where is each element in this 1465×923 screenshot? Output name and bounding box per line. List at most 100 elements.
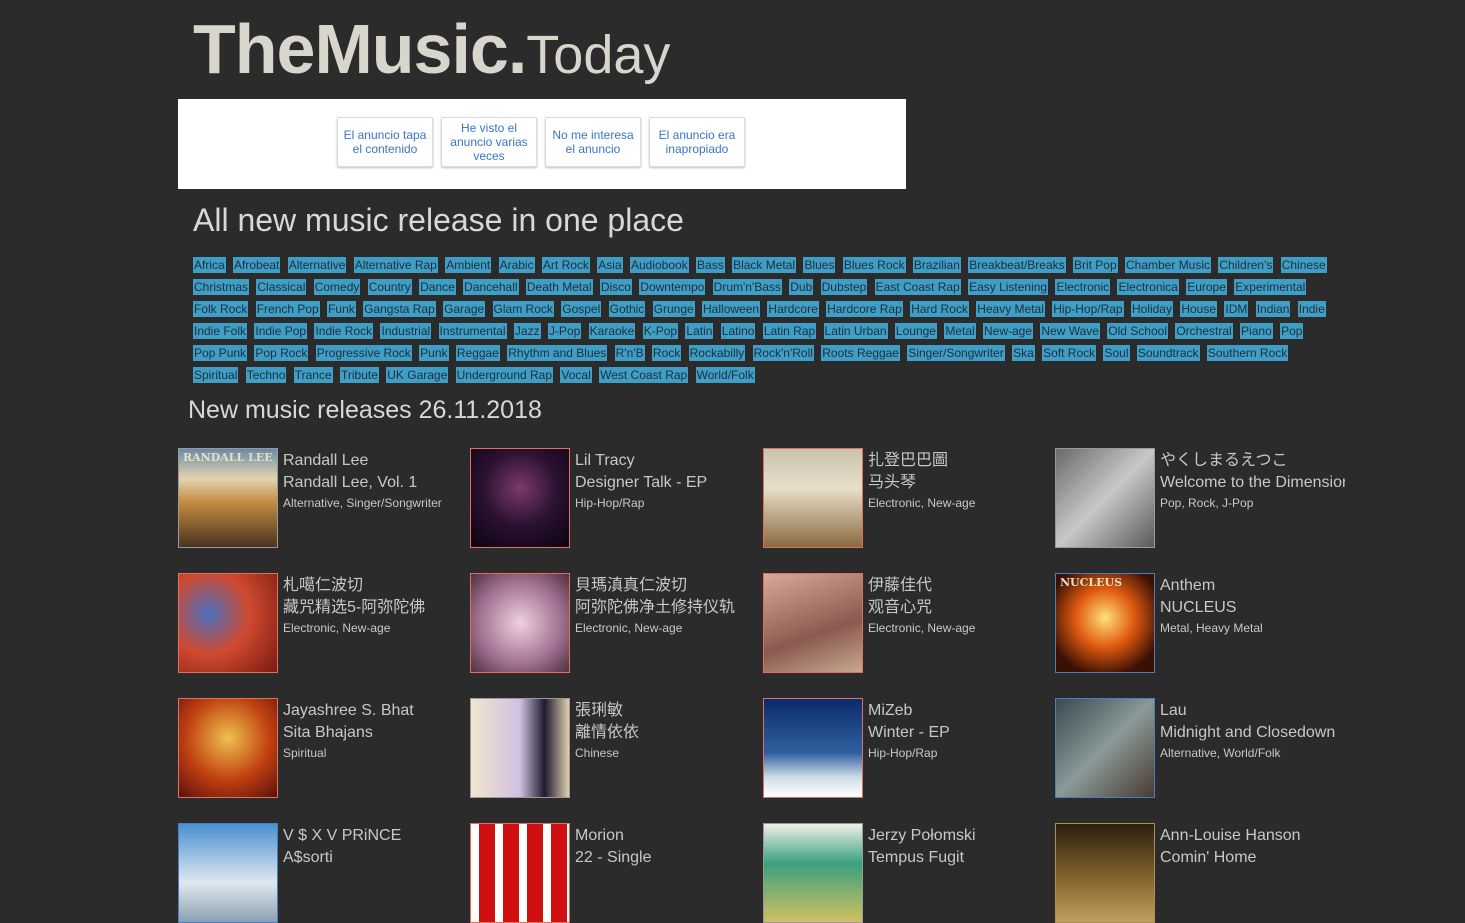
album-cover[interactable]	[178, 573, 278, 673]
genre-tag[interactable]: World/Folk	[695, 367, 755, 383]
release-artist[interactable]: 札噶仁波切	[283, 575, 468, 597]
genre-tag[interactable]: R'n'B	[614, 345, 645, 361]
genre-tag[interactable]: Ambient	[445, 257, 492, 273]
genre-tag[interactable]: Arabic	[498, 257, 535, 273]
genre-tag[interactable]: Indie Rock	[314, 323, 374, 339]
genre-tag[interactable]: Indian	[1255, 301, 1291, 317]
genre-tag[interactable]: Dancehall	[463, 279, 519, 295]
release-artist[interactable]: Lil Tracy	[575, 450, 760, 472]
genre-tag[interactable]: Dub	[789, 279, 814, 295]
release-album[interactable]: Randall Lee, Vol. 1	[283, 472, 468, 494]
genre-tag[interactable]: Dubstep	[820, 279, 868, 295]
genre-tag[interactable]: Dance	[419, 279, 456, 295]
album-cover[interactable]	[1055, 823, 1155, 923]
genre-tag[interactable]: Instrumental	[438, 323, 507, 339]
genre-tag[interactable]: Ska	[1012, 345, 1035, 361]
genre-tag[interactable]: Latino	[720, 323, 756, 339]
release-artist[interactable]: 伊藤佳代	[868, 575, 1053, 597]
genre-tag[interactable]: Old School	[1107, 323, 1168, 339]
release-artist[interactable]: Ann-Louise Hanson	[1160, 825, 1345, 847]
genre-tag[interactable]: Reggae	[455, 345, 500, 361]
genre-tag[interactable]: Audiobook	[629, 257, 689, 273]
genre-tag[interactable]: Indie Pop	[254, 323, 308, 339]
genre-tag[interactable]: Metal	[944, 323, 976, 339]
genre-tag[interactable]: Drum'n'Bass	[712, 279, 782, 295]
genre-tag[interactable]: Easy Listening	[968, 279, 1049, 295]
genre-tag[interactable]: UK Garage	[386, 367, 449, 383]
genre-tag[interactable]: Glam Rock	[492, 301, 554, 317]
genre-tag[interactable]: Gangsta Rap	[363, 301, 436, 317]
genre-tag[interactable]: Christmas	[193, 279, 250, 295]
ad-feedback-seen-multiple-button[interactable]: He visto el anuncio varias veces	[441, 117, 537, 167]
release-album[interactable]: Sita Bhajans	[283, 722, 468, 744]
genre-tag[interactable]: Electronica	[1117, 279, 1179, 295]
genre-tag[interactable]: Chinese	[1280, 257, 1327, 273]
genre-tag[interactable]: Breakbeat/Breaks	[968, 257, 1066, 273]
release-artist[interactable]: Jayashree S. Bhat	[283, 700, 468, 722]
album-cover[interactable]	[1055, 448, 1155, 548]
genre-tag[interactable]: Bass	[696, 257, 725, 273]
genre-tag[interactable]: Gothic	[608, 301, 646, 317]
genre-tag[interactable]: Indie	[1297, 301, 1326, 317]
genre-tag[interactable]: Alternative Rap	[353, 257, 438, 273]
genre-tag[interactable]: Electronic	[1055, 279, 1111, 295]
genre-tag[interactable]: Hardcore Rap	[826, 301, 903, 317]
release-album[interactable]: 離情依依	[575, 722, 760, 744]
genre-tag[interactable]: Asia	[597, 257, 623, 273]
genre-tag[interactable]: Spiritual	[193, 367, 239, 383]
genre-tag[interactable]: Halloween	[702, 301, 761, 317]
release-album[interactable]: 藏咒精选5-阿弥陀佛	[283, 597, 468, 619]
release-album[interactable]: 观音心咒	[868, 597, 1053, 619]
release-artist[interactable]: MiZeb	[868, 700, 1053, 722]
ad-feedback-covers-content-button[interactable]: El anuncio tapa el contenido	[337, 117, 433, 167]
genre-tag[interactable]: Rhythm and Blues	[507, 345, 608, 361]
genre-tag[interactable]: Indie Folk	[193, 323, 248, 339]
release-album[interactable]: Midnight and Closedown	[1160, 722, 1345, 744]
genre-tag[interactable]: Country	[367, 279, 412, 295]
genre-tag[interactable]: J-Pop	[547, 323, 582, 339]
album-cover[interactable]	[470, 823, 570, 923]
release-album[interactable]: 阿弥陀佛净土修持仪轨	[575, 597, 760, 619]
album-cover[interactable]: RANDALL LEE	[178, 448, 278, 548]
release-artist[interactable]: 貝瑪滇真仁波切	[575, 575, 760, 597]
genre-tag[interactable]: Africa	[193, 257, 226, 273]
genre-tag[interactable]: Vocal	[560, 367, 592, 383]
ad-feedback-not-interested-button[interactable]: No me interesa el anuncio	[545, 117, 641, 167]
genre-tag[interactable]: Singer/Songwriter	[907, 345, 1005, 361]
genre-tag[interactable]: Alternative	[287, 257, 347, 273]
genre-tag[interactable]: Garage	[443, 301, 486, 317]
album-cover[interactable]	[763, 698, 863, 798]
genre-tag[interactable]: Pop Punk	[193, 345, 248, 361]
genre-tag[interactable]: Rock'n'Roll	[752, 345, 814, 361]
ad-feedback-inappropriate-button[interactable]: El anuncio era inapropiado	[649, 117, 745, 167]
genre-tag[interactable]: Disco	[599, 279, 632, 295]
genre-tag[interactable]: Rock	[651, 345, 682, 361]
album-cover[interactable]	[763, 448, 863, 548]
genre-tag[interactable]: Latin	[685, 323, 714, 339]
genre-tag[interactable]: Holiday	[1130, 301, 1173, 317]
genre-tag[interactable]: Hardcore	[767, 301, 819, 317]
genre-tag[interactable]: Piano	[1240, 323, 1273, 339]
genre-tag[interactable]: Brazilian	[912, 257, 961, 273]
album-cover[interactable]	[470, 448, 570, 548]
genre-tag[interactable]: Blues	[803, 257, 836, 273]
genre-tag[interactable]: Tribute	[340, 367, 379, 383]
genre-tag[interactable]: Latin Rap	[762, 323, 817, 339]
release-artist[interactable]: Morion	[575, 825, 760, 847]
genre-tag[interactable]: Hip-Hop/Rap	[1052, 301, 1124, 317]
genre-tag[interactable]: Gospel	[561, 301, 602, 317]
genre-tag[interactable]: French Pop	[255, 301, 320, 317]
genre-tag[interactable]: Death Metal	[525, 279, 593, 295]
genre-tag[interactable]: Chamber Music	[1125, 257, 1212, 273]
release-album[interactable]: 马头琴	[868, 472, 1053, 494]
genre-tag[interactable]: Underground Rap	[455, 367, 554, 383]
genre-tag[interactable]: Lounge	[894, 323, 937, 339]
genre-tag[interactable]: Classical	[256, 279, 307, 295]
genre-tag[interactable]: Rockabilly	[688, 345, 746, 361]
genre-tag[interactable]: Children's	[1218, 257, 1274, 273]
release-album[interactable]: NUCLEUS	[1160, 597, 1345, 619]
genre-tag[interactable]: New Wave	[1040, 323, 1100, 339]
release-album[interactable]: Designer Talk - EP	[575, 472, 760, 494]
album-cover[interactable]	[470, 698, 570, 798]
genre-tag[interactable]: Karaoke	[588, 323, 636, 339]
